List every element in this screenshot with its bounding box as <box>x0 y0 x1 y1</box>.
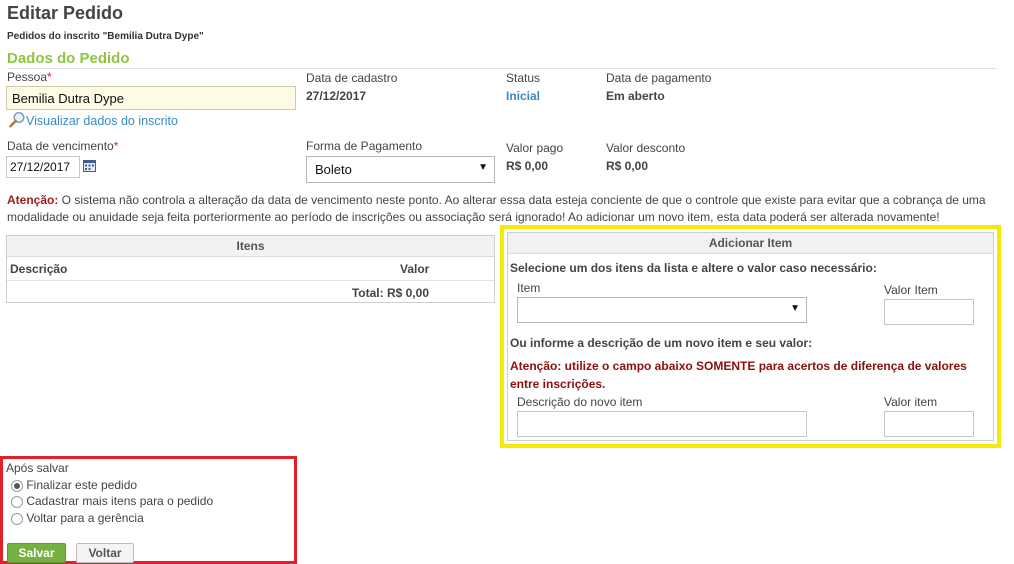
add-item-panel: Adicionar Item Selecione um dos itens da… <box>500 225 1001 448</box>
radio-cadastrar-mais-input[interactable] <box>11 495 23 508</box>
descricao-novo-item-input[interactable] <box>517 411 807 437</box>
page-title: Editar Pedido <box>7 3 124 23</box>
valor-pago-value: R$ 0,00 <box>506 159 549 173</box>
back-button[interactable]: Voltar <box>76 543 134 563</box>
col-valor: Valor <box>400 262 430 276</box>
valor-item-input[interactable] <box>884 299 974 325</box>
new-item-warning: Atenção: utilize o campo abaixo SOMENTE … <box>510 359 967 391</box>
forma-pagamento-label: Forma de Pagamento <box>306 139 423 153</box>
radio-voltar-gerencia-input[interactable] <box>11 512 23 525</box>
radio-cadastrar-mais[interactable]: Cadastrar mais itens para o pedido <box>11 494 213 508</box>
col-descricao: Descrição <box>10 262 68 276</box>
items-total: Total: R$ 0,00 <box>351 286 429 300</box>
valor-item2-label: Valor item <box>884 395 938 409</box>
after-save-label: Após salvar <box>6 461 69 475</box>
items-table-title: Itens <box>7 236 494 257</box>
vencimento-input[interactable] <box>6 156 80 178</box>
data-cadastro-value: 27/12/2017 <box>306 89 367 103</box>
valor-item-label: Valor Item <box>884 283 938 297</box>
section-divider <box>7 68 997 69</box>
data-pagamento-value: Em aberto <box>606 89 665 103</box>
chevron-down-icon: ▼ <box>478 162 488 173</box>
valor-item2-input[interactable] <box>884 411 974 437</box>
new-item-instruction: Ou informe a descrição de um novo item e… <box>510 336 813 350</box>
calendar-icon[interactable] <box>83 159 96 177</box>
valor-pago-label: Valor pago <box>506 141 564 155</box>
save-button[interactable]: Salvar <box>7 543 66 563</box>
descricao-novo-item-label: Descrição do novo item <box>517 395 643 409</box>
view-inscrito-link[interactable]: Visualizar dados do inscrito <box>9 111 178 128</box>
radio-finalizar-label: Finalizar este pedido <box>26 478 138 492</box>
items-table: Itens Descrição Valor Total: R$ 0,00 <box>6 235 495 303</box>
pessoa-label: Pessoa* <box>7 70 52 84</box>
add-item-instruction: Selecione um dos itens da lista e altere… <box>510 261 877 275</box>
section-title: Dados do Pedido <box>7 50 130 67</box>
vencimento-label: Data de vencimento* <box>7 139 119 153</box>
magnifier-icon <box>9 111 25 128</box>
radio-finalizar[interactable]: Finalizar este pedido <box>11 478 137 492</box>
data-cadastro-label: Data de cadastro <box>306 71 398 85</box>
vencimento-warning: Atenção: O sistema não controla a altera… <box>7 193 986 224</box>
add-item-title: Adicionar Item <box>508 233 993 254</box>
pessoa-input[interactable] <box>6 86 296 110</box>
forma-pagamento-select[interactable]: Boleto ▼ <box>306 156 495 183</box>
page-subtitle: Pedidos do inscrito "Bemilia Dutra Dype" <box>7 31 204 42</box>
item-label: Item <box>517 281 541 295</box>
data-pagamento-label: Data de pagamento <box>606 71 712 85</box>
chevron-down-icon: ▼ <box>790 303 800 314</box>
valor-desconto-value: R$ 0,00 <box>606 159 649 173</box>
status-label: Status <box>506 71 541 85</box>
after-save-panel: Após salvar Finalizar este pedido Cadast… <box>0 456 297 564</box>
valor-desconto-label: Valor desconto <box>606 141 686 155</box>
radio-cadastrar-mais-label: Cadastrar mais itens para o pedido <box>26 494 214 508</box>
status-value: Inicial <box>506 89 541 103</box>
radio-voltar-gerencia-label: Voltar para a gerência <box>26 511 144 525</box>
item-select[interactable]: ▼ <box>517 297 807 323</box>
radio-finalizar-input[interactable] <box>11 479 23 492</box>
radio-voltar-gerencia[interactable]: Voltar para a gerência <box>11 511 144 525</box>
items-table-divider <box>7 280 494 281</box>
